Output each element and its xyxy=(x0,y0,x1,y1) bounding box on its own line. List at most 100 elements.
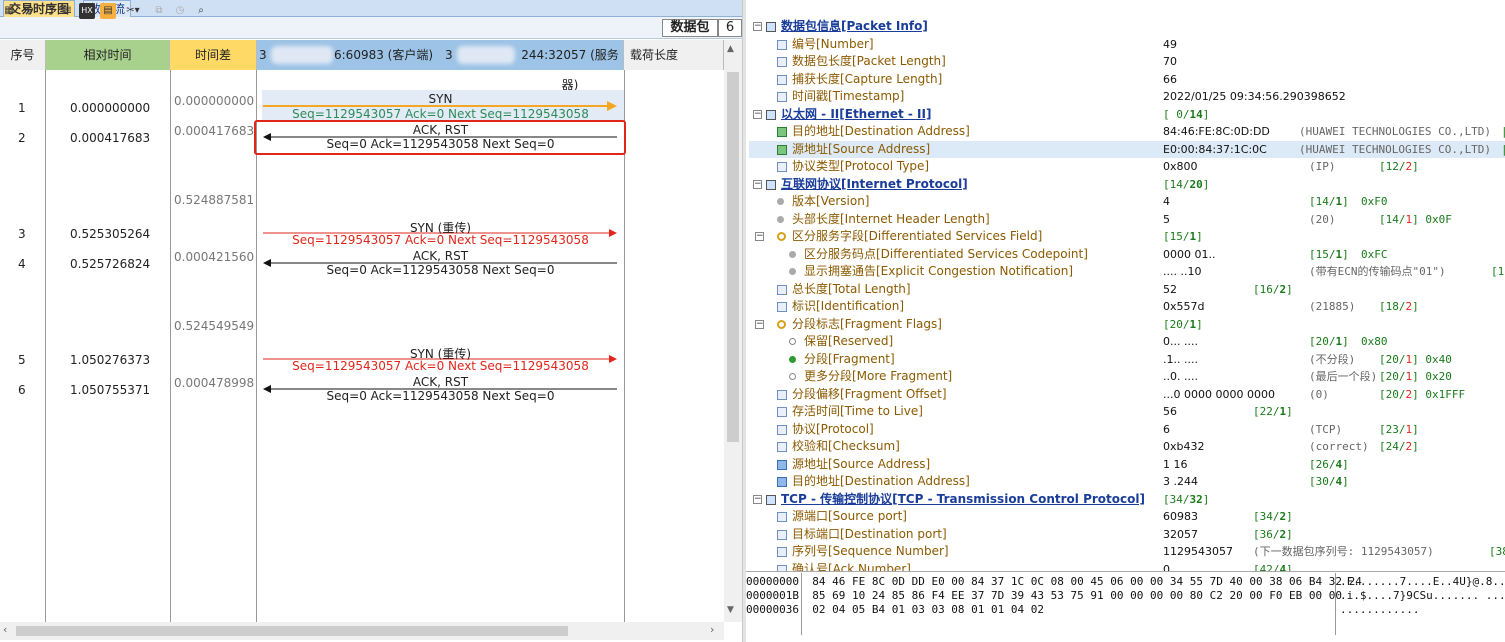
collapse-icon[interactable]: − xyxy=(755,232,764,241)
tree-field-name: TCP - 传输控制协议[TCP - Transmission Control … xyxy=(781,491,1145,506)
tree-row[interactable]: − 以太网 - II[Ethernet - II] [ 0/14] xyxy=(749,106,1505,124)
tree-row[interactable]: 保留[Reserved] 0... .... [20/1] 0x80 xyxy=(749,333,1505,351)
filter-dropdown-icon[interactable]: ✂▾ xyxy=(121,3,145,19)
export-icon[interactable]: ▦ xyxy=(1,3,17,19)
column-header-seq[interactable]: 序号 xyxy=(0,40,46,70)
scroll-left-icon[interactable]: ‹ xyxy=(3,623,7,636)
search-icon[interactable]: ⌕ xyxy=(193,3,209,19)
tree-field-value: 3 .244 xyxy=(1163,475,1198,488)
tree-row[interactable]: 显示拥塞通告[Explicit Congestion Notification]… xyxy=(749,263,1505,281)
tree-row[interactable]: 存活时间[Time to Live] 56 [22/1] xyxy=(749,403,1505,421)
list-icon[interactable]: ☰ xyxy=(42,3,58,19)
tree-field-name: 源地址[Source Address] xyxy=(792,141,931,156)
tree-row[interactable]: 分段偏移[Fragment Offset] ...0 0000 0000 0000… xyxy=(749,386,1505,404)
tree-field-offset: [ 0/14] xyxy=(1163,107,1210,121)
folder-icon xyxy=(777,232,786,241)
host-icon xyxy=(777,477,787,487)
tree-row[interactable]: − TCP - 传输控制协议[TCP - Transmission Control… xyxy=(749,491,1505,509)
field-icon xyxy=(777,389,787,400)
tree-field-value: 66 xyxy=(1163,72,1177,86)
tree-row[interactable]: 数据包长度[Packet Length] 70 xyxy=(749,53,1505,71)
tree-row[interactable]: 目标端口[Destination port] 32057 [36/2] xyxy=(749,526,1505,544)
collapse-icon[interactable]: − xyxy=(753,22,762,31)
hex-row: 00000036 02 04 05 B4 01 03 03 08 01 01 0… xyxy=(746,603,1044,617)
refresh-icon[interactable]: ⟲ xyxy=(21,3,37,19)
tree-field-value: ...0 0000 0000 0000 xyxy=(1163,387,1275,401)
tree-row[interactable]: 时间戳[Timestamp] 2022/01/25 09:34:56.290398… xyxy=(749,88,1505,106)
tree-row[interactable]: − 区分服务字段[Differentiated Services Field] [1… xyxy=(749,228,1505,246)
tree-field-extra: [38/4] xyxy=(1489,545,1505,558)
collapse-icon[interactable]: − xyxy=(753,109,762,119)
tree-row[interactable]: 头部长度[Internet Header Length] 5 (20) [14/1] … xyxy=(749,211,1505,229)
tree-row[interactable]: 协议类型[Protocol Type] 0x800 (IP) [12/2] xyxy=(749,158,1505,176)
scroll-down-icon[interactable]: ▼ xyxy=(727,605,734,615)
hex-bytes: 85 69 10 24 85 86 F4 EE 37 7D 39 43 53 7… xyxy=(812,589,1343,602)
tree-field-value: 84:46:FE:8C:0D:DD xyxy=(1163,125,1270,138)
dot-icon xyxy=(789,250,796,258)
tree-field-name: 区分服务字段[Differentiated Services Field] xyxy=(792,229,1043,243)
tree-field-extra: 0x80 xyxy=(1361,335,1388,348)
tree-field-value: 1 16 xyxy=(1163,457,1188,471)
tree-field-name: 版本[Version] xyxy=(792,194,870,208)
tree-row[interactable]: 编号[Number] 49 xyxy=(749,36,1505,54)
collapse-icon[interactable]: − xyxy=(753,179,762,189)
horizontal-scroll-thumb[interactable] xyxy=(16,626,568,636)
tree-row[interactable]: 版本[Version] 4 [14/1] 0xF0 xyxy=(749,193,1505,211)
tree-row[interactable]: 校验和[Checksum] 0xb432 (correct) [24/2] xyxy=(749,438,1505,456)
time-diff: 0.000421560 xyxy=(174,250,255,264)
scroll-up-icon[interactable]: ▲ xyxy=(727,44,734,54)
tree-field-offset: [15/1] xyxy=(1309,247,1349,261)
collapse-icon[interactable]: − xyxy=(755,319,764,329)
tree-field-name: 捕获长度[Capture Length] xyxy=(792,71,943,86)
column-header-time-diff[interactable]: 时间差 xyxy=(170,40,257,70)
row-rel-time: 1.050276373 xyxy=(70,353,151,367)
vertical-scroll-thumb[interactable] xyxy=(727,72,739,442)
tree-row[interactable]: 序列号[Sequence Number] 1129543057 (下一数据包序列号:… xyxy=(749,543,1505,561)
row-seq: 2 xyxy=(18,131,26,145)
tree-row[interactable]: − 互联网协议[Internet Protocol] [14/20] xyxy=(749,176,1505,194)
tree-field-offset: [14/20] xyxy=(1163,177,1210,191)
tree-row[interactable]: 源地址[Source Address] 1 16 [26/4] xyxy=(749,456,1505,474)
field-icon xyxy=(777,284,787,295)
tree-row[interactable]: 更多分段[More Fragment] ..0. .... (最后一个段) [20/1… xyxy=(749,368,1505,386)
tree-field-value: 0xb432 xyxy=(1163,440,1205,453)
packet-icon xyxy=(766,494,776,505)
tree-field-extra: [23/1] xyxy=(1379,422,1419,436)
arrow-title: ACK, RST xyxy=(412,375,469,389)
copy-icon[interactable]: ⧉ xyxy=(151,3,167,19)
tree-row[interactable]: − 数据包信息[Packet Info] xyxy=(749,18,1505,36)
tree-row[interactable]: 捕获长度[Capture Length] 66 xyxy=(749,71,1505,89)
tree-field-name: 更多分段[More Fragment] xyxy=(804,369,953,383)
tree-row[interactable]: 协议[Protocol] 6 (TCP) [23/1] xyxy=(749,421,1505,439)
tree-field-note: (TCP) xyxy=(1309,422,1343,436)
tree-row[interactable]: − 分段标志[Fragment Flags] [20/1] xyxy=(749,316,1505,334)
collapse-icon[interactable]: − xyxy=(753,494,762,504)
dot-icon xyxy=(777,198,784,205)
tree-row[interactable]: 源地址[Source Address] E0:00:84:37:1C:0C (HUA… xyxy=(749,140,1505,158)
greendot-icon xyxy=(789,355,796,363)
column-header-endpoints[interactable]: 3 6:60983 (客户端) 3 244:32057 (服务器) xyxy=(257,40,624,92)
tree-row[interactable]: 目的地址[Destination Address] 84:46:FE:8C:0D:… xyxy=(749,123,1505,141)
tree-field-name: 存活时间[Time to Live] xyxy=(792,404,923,418)
tree-field-value: 70 xyxy=(1163,55,1177,68)
toolbar xyxy=(0,17,745,39)
tree-row[interactable]: 目的地址[Destination Address] 3 .244 [30/4] xyxy=(749,473,1505,491)
pane-splitter[interactable] xyxy=(742,0,746,642)
tree-field-name: 标识[Identification] xyxy=(792,299,905,313)
tree-field-name: 数据包长度[Packet Length] xyxy=(792,54,946,68)
tree-row[interactable]: 源端口[Source port] 60983 [34/2] xyxy=(749,508,1505,526)
highlight-icon[interactable]: ▤ xyxy=(100,3,116,19)
tree-field-extra: [20/1] 0x40 xyxy=(1379,352,1452,366)
tree-row[interactable]: 区分服务码点[Differentiated Services Codepoint… xyxy=(749,246,1505,264)
clock-icon[interactable]: ◷ xyxy=(172,3,188,19)
scroll-right-icon[interactable]: › xyxy=(710,623,714,636)
list-detail-icon[interactable]: ≣ xyxy=(60,3,76,19)
column-header-relative-time[interactable]: 相对时间 xyxy=(46,40,170,70)
tree-field-name: 编号[Number] xyxy=(792,36,874,51)
tree-row[interactable]: 总长度[Total Length] 52 [16/2] xyxy=(749,281,1505,299)
tree-row[interactable]: 标识[Identification] 0x557d (21885) [18/2] xyxy=(749,298,1505,316)
tree-row[interactable]: 分段[Fragment] .1.. .... (不分段) [20/1] 0x40 xyxy=(749,351,1505,369)
packet-icon xyxy=(766,22,776,32)
column-header-payload[interactable]: 载荷长度 xyxy=(624,40,724,70)
hex-icon[interactable]: HX xyxy=(79,3,95,19)
